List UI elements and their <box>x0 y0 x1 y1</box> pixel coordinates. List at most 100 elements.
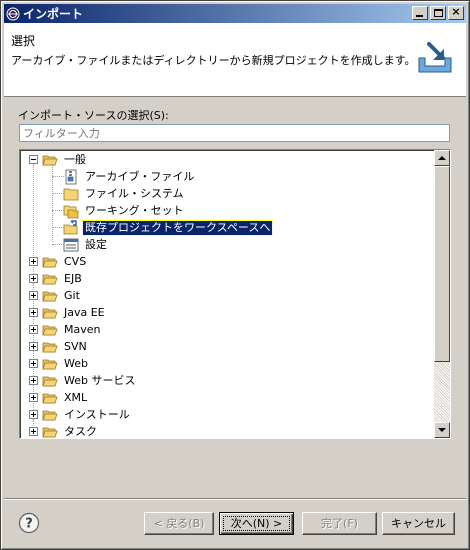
scroll-track[interactable] <box>434 362 450 422</box>
tree-item-group[interactable]: CVS <box>29 253 88 270</box>
tree-item-group[interactable]: タスク <box>29 423 99 438</box>
expand-icon[interactable] <box>29 274 38 283</box>
filter-input[interactable] <box>19 124 450 142</box>
expand-icon[interactable] <box>29 342 38 351</box>
tree-connector <box>52 244 64 245</box>
tree-item-label: 設定 <box>85 237 107 251</box>
tree-item-label: Git <box>64 288 80 302</box>
import-source-tree[interactable]: 一般 アーカイブ・ファイル ファイル・システム ワーキング・セット 既存プロジェ… <box>19 149 451 439</box>
tree-connector <box>52 193 64 194</box>
wizard-header: 選択 アーカイブ・ファイルまたはディレクトリーから新規プロジェクトを作成します。 <box>4 23 466 97</box>
tree-item-group[interactable]: Maven <box>29 321 102 338</box>
expand-icon[interactable] <box>29 325 38 334</box>
footer-separator <box>4 498 466 500</box>
window-title: インポート <box>23 7 84 21</box>
expand-icon[interactable] <box>29 257 38 266</box>
tree-item-archive-file[interactable]: アーカイブ・ファイル <box>48 168 196 185</box>
folder-open-icon <box>42 376 58 386</box>
archive-file-icon <box>65 169 77 184</box>
scroll-down-button[interactable] <box>434 422 450 438</box>
import-dialog: インポート × 選択 アーカイブ・ファイルまたはディレクトリーから新規プロジェク… <box>0 0 470 550</box>
tree-item-label: Java EE <box>64 305 105 319</box>
svg-text:?: ? <box>25 517 33 532</box>
close-button[interactable]: × <box>448 5 464 20</box>
title-bar[interactable]: インポート × <box>4 4 466 23</box>
tree-item-label: インストール <box>64 407 130 421</box>
back-button[interactable]: < 戻る(B) <box>144 512 214 535</box>
folder-open-icon <box>42 308 58 318</box>
tree-item-group[interactable]: SVN <box>29 338 89 355</box>
preferences-icon <box>63 238 79 251</box>
tree-item-label: ファイル・システム <box>85 186 184 200</box>
working-set-icon <box>63 205 79 218</box>
minimize-button[interactable] <box>412 6 428 20</box>
tree-item-label: アーカイブ・ファイル <box>85 169 195 183</box>
tree-item-group[interactable]: Web <box>29 355 90 372</box>
expand-icon[interactable] <box>29 410 38 419</box>
folder-open-icon <box>42 393 58 403</box>
folder-open-icon <box>42 342 58 352</box>
tree-item-label: Web <box>64 356 88 370</box>
collapse-icon[interactable] <box>29 155 38 164</box>
source-select-label: インポート・ソースの選択(S): <box>18 109 169 122</box>
folder-open-icon <box>42 155 58 165</box>
tree-item-group[interactable]: Java EE <box>29 304 107 321</box>
tree-item-label: ワーキング・セット <box>85 203 184 217</box>
tree-item-working-set[interactable]: ワーキング・セット <box>48 202 186 219</box>
expand-icon[interactable] <box>29 359 38 368</box>
finish-button[interactable]: 完了(F) <box>302 512 377 535</box>
tree-item-general[interactable]: 一般 <box>29 151 88 168</box>
next-button[interactable]: 次へ(N) > <box>219 512 294 535</box>
vertical-scrollbar[interactable] <box>434 150 450 438</box>
help-icon[interactable]: ? <box>18 512 40 534</box>
folder-icon <box>63 188 79 200</box>
folder-open-icon <box>42 325 58 335</box>
page-description: アーカイブ・ファイルまたはディレクトリーから新規プロジェクトを作成します。 <box>11 54 416 67</box>
tree-item-label: Maven <box>64 322 101 336</box>
tree-item-label: Web サービス <box>64 373 136 387</box>
maximize-button[interactable] <box>430 6 446 20</box>
tree-connector <box>52 210 64 211</box>
expand-icon[interactable] <box>29 291 38 300</box>
expand-icon[interactable] <box>29 308 38 317</box>
arrow-up-icon <box>438 156 446 160</box>
tree-item-preferences[interactable]: 設定 <box>48 236 109 253</box>
existing-project-icon <box>63 219 78 234</box>
scroll-up-button[interactable] <box>434 150 450 166</box>
close-icon: × <box>451 5 461 18</box>
page-title: 選択 <box>11 34 36 48</box>
tree-item-label: 既存プロジェクトをワークスペースへ <box>81 219 274 236</box>
cancel-button[interactable]: キャンセル <box>382 512 455 535</box>
expand-icon[interactable] <box>29 376 38 385</box>
tree-item-group[interactable]: Web サービス <box>29 372 137 389</box>
tree-item-file-system[interactable]: ファイル・システム <box>48 185 186 202</box>
expand-icon[interactable] <box>29 393 38 402</box>
focus-ring <box>223 516 290 531</box>
tree-connector <box>52 176 64 177</box>
tree-item-label: EJB <box>64 271 82 285</box>
import-wizard-icon <box>418 42 452 73</box>
arrow-down-icon <box>438 428 446 432</box>
folder-open-icon <box>42 257 58 267</box>
tree-item-label: タスク <box>64 424 97 438</box>
minimize-icon <box>416 15 423 17</box>
folder-open-icon <box>42 359 58 369</box>
scroll-thumb[interactable] <box>434 166 450 362</box>
tree-item-label: 一般 <box>64 152 86 166</box>
folder-open-icon <box>42 274 58 284</box>
tree-item-group[interactable]: XML <box>29 389 89 406</box>
tree-item-existing-projects[interactable]: 既存プロジェクトをワークスペースへ <box>48 219 274 236</box>
tree-item-group[interactable]: Git <box>29 287 82 304</box>
maximize-icon <box>434 9 443 17</box>
tree-item-group[interactable]: インストール <box>29 406 132 423</box>
expand-icon[interactable] <box>29 427 38 436</box>
eclipse-icon <box>6 7 20 20</box>
tree-connector <box>52 227 64 228</box>
tree-item-label: CVS <box>64 254 87 268</box>
folder-open-icon <box>42 427 58 437</box>
folder-open-icon <box>42 410 58 420</box>
tree-item-label: SVN <box>64 339 87 353</box>
tree-content: 一般 アーカイブ・ファイル ファイル・システム ワーキング・セット 既存プロジェ… <box>20 150 434 438</box>
folder-open-icon <box>42 291 58 301</box>
tree-item-group[interactable]: EJB <box>29 270 84 287</box>
